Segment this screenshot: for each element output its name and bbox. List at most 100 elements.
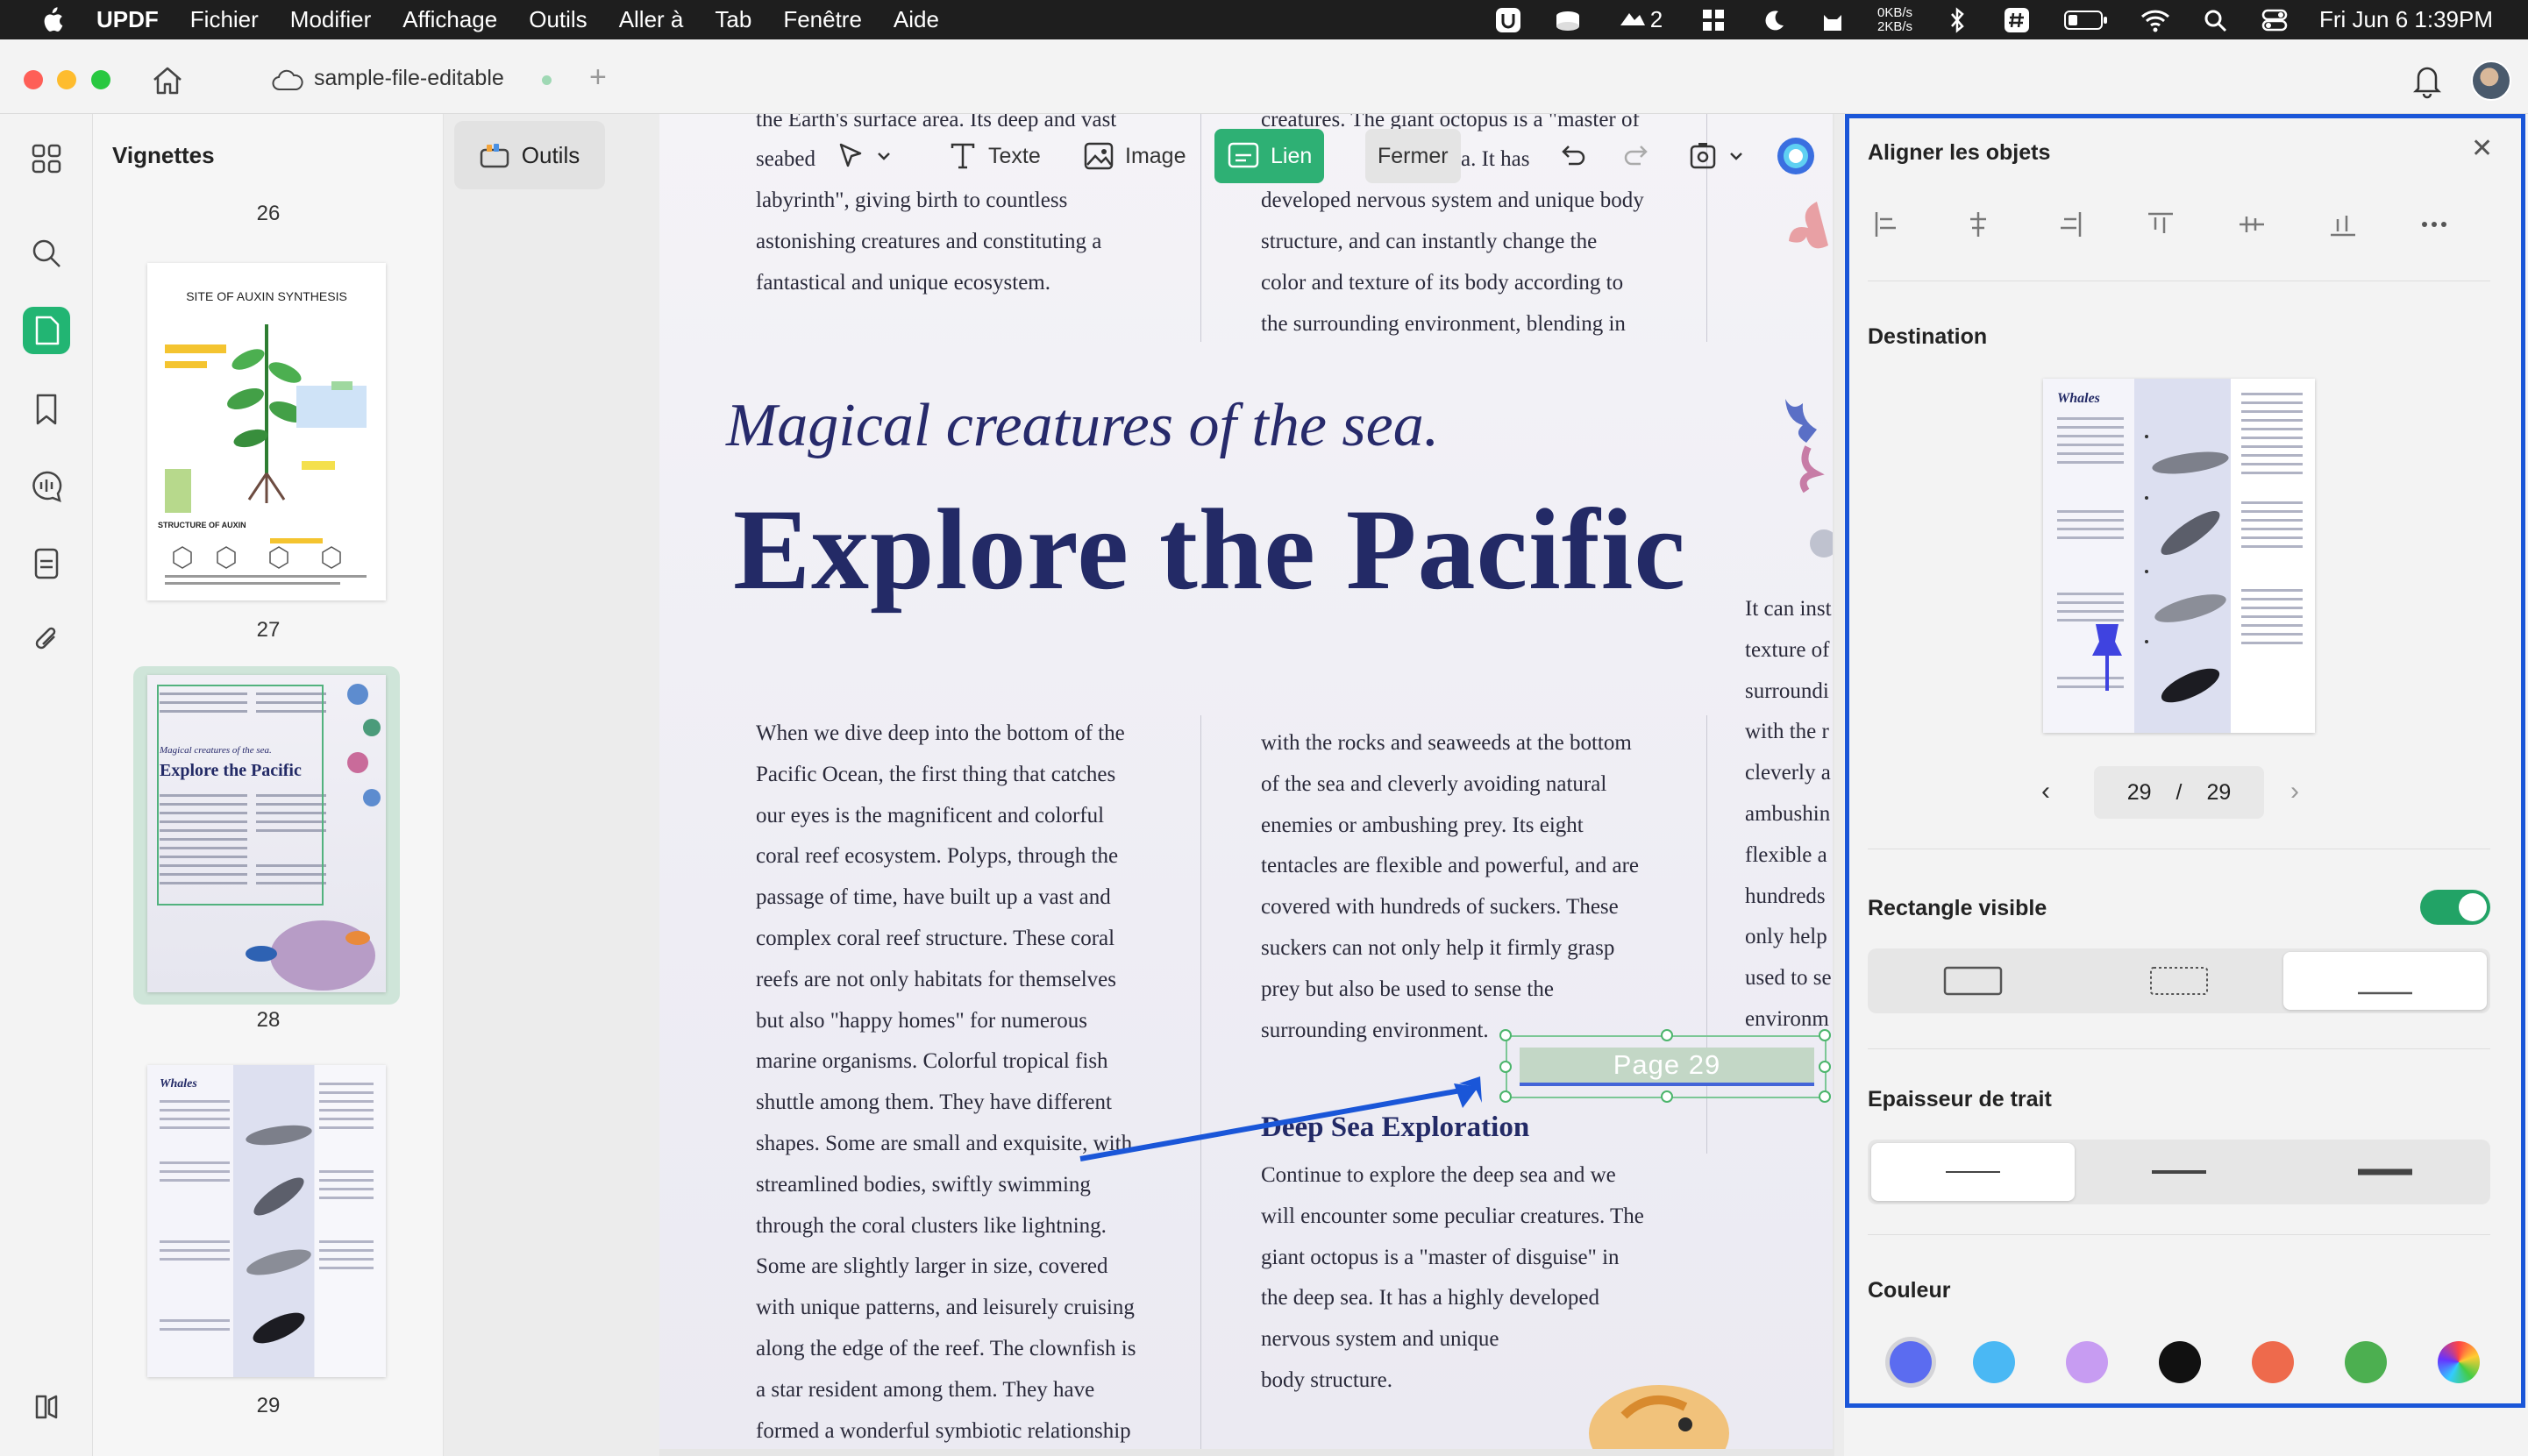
moon-icon[interactable] xyxy=(1758,7,1788,33)
bookmark-icon[interactable] xyxy=(23,386,70,433)
color-swatch[interactable] xyxy=(2066,1341,2108,1383)
grid-icon[interactable] xyxy=(23,135,70,182)
saved-status-dot xyxy=(542,75,552,85)
resize-handle[interactable] xyxy=(1499,1029,1512,1041)
ai-assistant-button[interactable] xyxy=(1776,129,1816,183)
battery-icon[interactable] xyxy=(2062,7,2111,33)
menu-app-name[interactable]: UPDF xyxy=(96,6,159,33)
hash-icon[interactable] xyxy=(2002,7,2032,33)
menu-fichier[interactable]: Fichier xyxy=(190,6,259,33)
page-number-26: 26 xyxy=(256,202,281,225)
page-selector[interactable]: 29 / 29 xyxy=(2094,766,2264,819)
redo-button[interactable] xyxy=(1611,129,1663,183)
resize-handle[interactable] xyxy=(1819,1061,1831,1073)
custom-color-picker-icon[interactable] xyxy=(2438,1341,2480,1383)
sidebar-toggle-icon[interactable] xyxy=(23,1383,70,1431)
border-solid-option[interactable] xyxy=(1871,952,2075,1010)
destination-page-preview[interactable]: Whales xyxy=(2043,379,2315,733)
resize-handle[interactable] xyxy=(1499,1061,1512,1073)
main-heading[interactable]: Explore the Pacific xyxy=(733,482,1686,616)
resize-handle[interactable] xyxy=(1661,1090,1673,1103)
minimize-window-button[interactable] xyxy=(57,70,76,89)
previous-page-button[interactable]: ‹ xyxy=(2041,777,2050,806)
lien-tool[interactable]: Lien xyxy=(1214,129,1325,183)
organize-pages-icon[interactable] xyxy=(23,540,70,587)
next-page-button[interactable]: › xyxy=(2290,777,2299,806)
avatar[interactable] xyxy=(2471,60,2511,101)
undo-button[interactable] xyxy=(1546,129,1599,183)
drive-icon[interactable] xyxy=(1553,7,1583,33)
color-swatch[interactable] xyxy=(1890,1341,1932,1383)
close-window-button[interactable] xyxy=(24,70,43,89)
color-swatch[interactable] xyxy=(2345,1341,2387,1383)
menu-modifier[interactable]: Modifier xyxy=(290,6,371,33)
resize-handle[interactable] xyxy=(1819,1090,1831,1103)
align-middle-vertical-icon[interactable] xyxy=(2236,209,2268,240)
menu-tab[interactable]: Tab xyxy=(715,6,751,33)
align-center-horizontal-icon[interactable] xyxy=(1962,209,1994,240)
menu-aller-a[interactable]: Aller à xyxy=(619,6,684,33)
cat-icon[interactable] xyxy=(1818,7,1848,33)
menu-aide[interactable]: Aide xyxy=(894,6,939,33)
comment-icon[interactable] xyxy=(23,463,70,510)
thumbnail-page-28[interactable]: Magical creatures of the sea. Explore th… xyxy=(147,675,386,992)
rectangle-visible-toggle[interactable] xyxy=(2420,890,2490,925)
pdf-page[interactable]: the Earth's surface area. Its deep and v… xyxy=(659,114,1833,1449)
resize-handle[interactable] xyxy=(1499,1090,1512,1103)
bell-icon[interactable] xyxy=(2410,60,2445,99)
left-sidebar xyxy=(0,114,93,1456)
apple-icon[interactable] xyxy=(33,2,70,39)
italic-heading[interactable]: Magical creatures of the sea. xyxy=(726,391,1439,461)
control-center-icon[interactable] xyxy=(2260,7,2289,33)
blue-arrow-annotation[interactable] xyxy=(1072,1061,1527,1183)
image-tool[interactable]: Image xyxy=(1071,129,1198,183)
color-swatch[interactable] xyxy=(1973,1341,2015,1383)
resize-handle[interactable] xyxy=(1819,1029,1831,1041)
document-tab-title[interactable]: sample-file-editable xyxy=(314,66,504,91)
new-tab-button[interactable]: + xyxy=(589,60,607,95)
close-icon[interactable]: ✕ xyxy=(2471,133,2493,164)
search-icon[interactable] xyxy=(23,230,70,277)
notification-badge-icon[interactable]: 2 xyxy=(1613,6,1669,33)
outils-button[interactable]: Outils xyxy=(454,121,605,189)
grid-app-icon[interactable] xyxy=(1698,7,1728,33)
screenshot-tool[interactable] xyxy=(1676,129,1756,183)
stroke-thick-option[interactable] xyxy=(2283,1143,2487,1201)
right-column[interactable]: It can inst texture of surroundi with th… xyxy=(1745,589,1832,1041)
updf-status-icon[interactable] xyxy=(1493,7,1523,33)
select-tool[interactable] xyxy=(823,129,904,183)
thumbnail-page-27[interactable]: SITE OF AUXIN SYNTHESIS STRUCTURE OF AUX… xyxy=(147,263,386,600)
home-icon[interactable] xyxy=(149,62,186,99)
left-col-line: a star resident among them. They have xyxy=(756,1377,1095,1402)
more-options-icon[interactable] xyxy=(2418,209,2450,240)
right-col-line: hundreds xyxy=(1745,884,1826,908)
edit-pdf-icon[interactable] xyxy=(23,307,70,354)
wifi-icon[interactable] xyxy=(2140,7,2170,33)
border-underline-option[interactable] xyxy=(2283,952,2487,1010)
align-right-icon[interactable] xyxy=(2054,209,2085,240)
stroke-thin-option[interactable] xyxy=(1871,1143,2075,1201)
align-bottom-icon[interactable] xyxy=(2327,209,2359,240)
texte-tool[interactable]: Texte xyxy=(936,129,1053,183)
menu-affichage[interactable]: Affichage xyxy=(402,6,497,33)
current-page-input[interactable]: 29 xyxy=(2127,780,2152,806)
left-col-line: through the coral clusters like lightnin… xyxy=(756,1213,1107,1238)
search-icon[interactable] xyxy=(2200,7,2230,33)
clock[interactable]: Fri Jun 6 1:39PM xyxy=(2319,6,2493,33)
stroke-medium-option[interactable] xyxy=(2077,1143,2281,1201)
resize-handle[interactable] xyxy=(1661,1029,1673,1041)
menu-outils[interactable]: Outils xyxy=(529,6,587,33)
zoom-window-button[interactable] xyxy=(91,70,110,89)
align-top-icon[interactable] xyxy=(2145,209,2176,240)
color-swatch[interactable] xyxy=(2252,1341,2294,1383)
align-left-icon[interactable] xyxy=(1871,209,1903,240)
menu-fenetre[interactable]: Fenêtre xyxy=(783,6,862,33)
link-box[interactable]: Page 29 xyxy=(1499,1029,1831,1103)
fermer-button[interactable]: Fermer xyxy=(1365,129,1461,183)
bluetooth-icon[interactable] xyxy=(1942,6,1972,33)
attachment-icon[interactable] xyxy=(23,615,70,663)
middle-column[interactable]: with the rocks and seaweeds at the botto… xyxy=(1261,723,1639,1051)
thumbnail-page-29[interactable]: Whales xyxy=(147,1065,386,1377)
color-swatch[interactable] xyxy=(2159,1341,2201,1383)
border-dashed-option[interactable] xyxy=(2077,952,2281,1010)
